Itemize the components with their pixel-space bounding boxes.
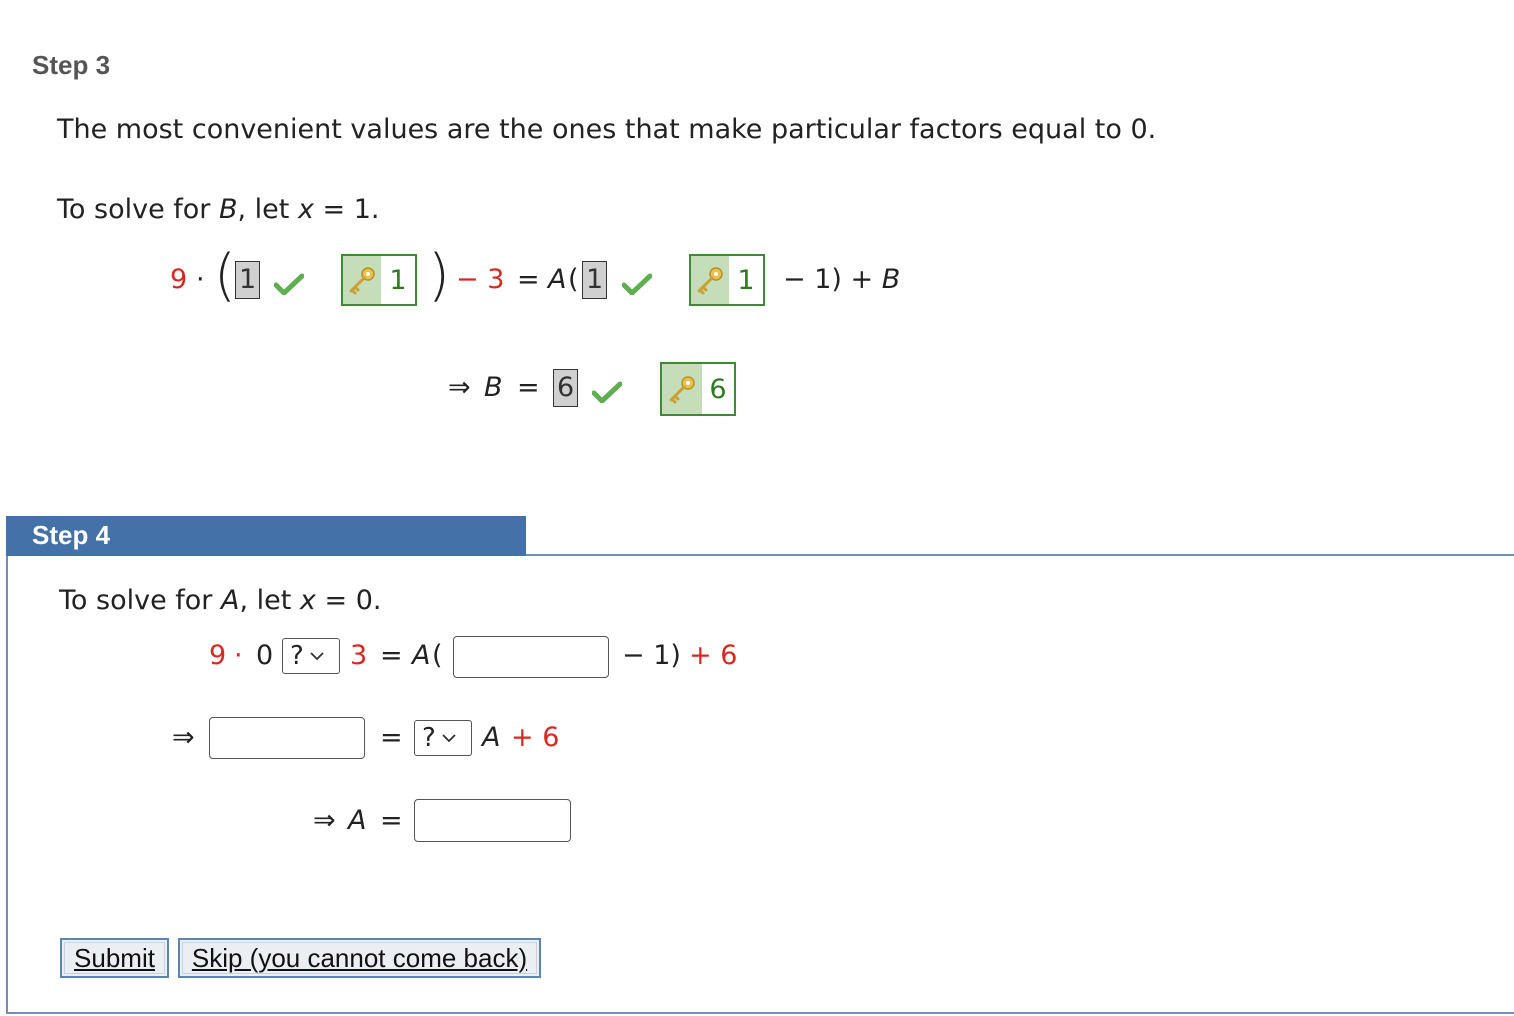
eq-tail: − 1) <box>622 640 681 671</box>
var-A: A <box>412 640 431 671</box>
correct-answer-3: 6 <box>660 362 736 416</box>
key-value: 6 <box>709 373 727 405</box>
three: 3 <box>350 640 368 671</box>
eq-tail-red: + 6 <box>689 640 738 671</box>
step3-heading: Step 3 <box>32 50 111 80</box>
implies-arrow: ⇒ <box>313 805 336 836</box>
var-B: B <box>484 372 503 403</box>
skip-button[interactable]: Skip (you cannot come back) <box>178 938 541 978</box>
dropdown-value: ? <box>422 723 436 753</box>
checkmark-icon <box>622 273 652 295</box>
coef-9: 9 <box>170 264 188 295</box>
answer-input-A[interactable] <box>414 799 571 842</box>
checkmark-icon <box>274 273 304 295</box>
step4-solve-line: To solve for A, let x = 0. <box>59 585 381 616</box>
key-icon <box>343 256 381 304</box>
dropdown-value: ? <box>290 641 304 671</box>
key-icon <box>662 364 702 414</box>
coef-9: 9 <box>209 640 227 671</box>
chevron-down-icon <box>442 734 456 743</box>
solve-mid: , let <box>237 194 298 225</box>
solve-x: x <box>299 585 316 616</box>
step3-solve-line: To solve for B, let x = 1. <box>57 194 380 225</box>
step4-heading: Step 4 <box>32 520 111 550</box>
given-answer-1: 1 <box>235 261 261 299</box>
eq-tail-red: + 6 <box>511 722 560 753</box>
solve-x: x <box>297 194 314 225</box>
solve-var: B <box>218 194 238 225</box>
solve-rest: = 1. <box>313 194 380 225</box>
correct-answer-2: 1 <box>689 254 765 306</box>
zero: 0 <box>256 640 274 671</box>
equals-sign: = <box>380 805 403 836</box>
solve-mid: , let <box>239 585 300 616</box>
given-answer-2: 1 <box>582 261 608 299</box>
multiply-dot: · <box>234 640 243 671</box>
open-paren: ( <box>214 243 236 308</box>
key-value: 1 <box>389 264 407 296</box>
eq-tail: − 1) + B <box>783 264 900 295</box>
given-answer-3: 6 <box>553 369 579 407</box>
implies-arrow: ⇒ <box>448 372 471 403</box>
submit-button[interactable]: Submit <box>60 938 169 978</box>
answer-input-2[interactable] <box>209 717 365 759</box>
correct-answer-1: 1 <box>341 254 417 306</box>
var-A: A <box>548 264 567 295</box>
chevron-down-icon <box>310 652 324 661</box>
implies-arrow: ⇒ <box>172 722 195 753</box>
equals-sign: = <box>380 722 403 753</box>
tail-text: − 1) + <box>783 264 882 295</box>
answer-input-1[interactable] <box>453 636 609 678</box>
var-A: A <box>482 722 501 753</box>
open-paren-2: ( <box>568 264 579 295</box>
var-B: B <box>881 264 901 295</box>
close-paren: ) <box>428 243 450 308</box>
equals-sign: = <box>517 264 540 295</box>
solve-rest: = 0. <box>315 585 382 616</box>
operator-dropdown-2[interactable]: ? <box>414 720 472 756</box>
solve-prefix: To solve for <box>59 585 221 616</box>
equals-sign: = <box>517 372 540 403</box>
operator-dropdown-1[interactable]: ? <box>282 638 340 674</box>
step3-intro: The most convenient values are the ones … <box>57 114 1157 145</box>
key-value: 1 <box>737 264 755 296</box>
solve-var: A <box>220 585 240 616</box>
key-icon <box>691 256 729 304</box>
solve-prefix: To solve for <box>57 194 219 225</box>
minus-3: − 3 <box>456 264 505 295</box>
open-paren: ( <box>432 640 443 671</box>
equals-sign: = <box>380 640 403 671</box>
var-A: A <box>348 805 367 836</box>
multiply-dot: · <box>196 264 205 295</box>
checkmark-icon <box>592 381 622 403</box>
